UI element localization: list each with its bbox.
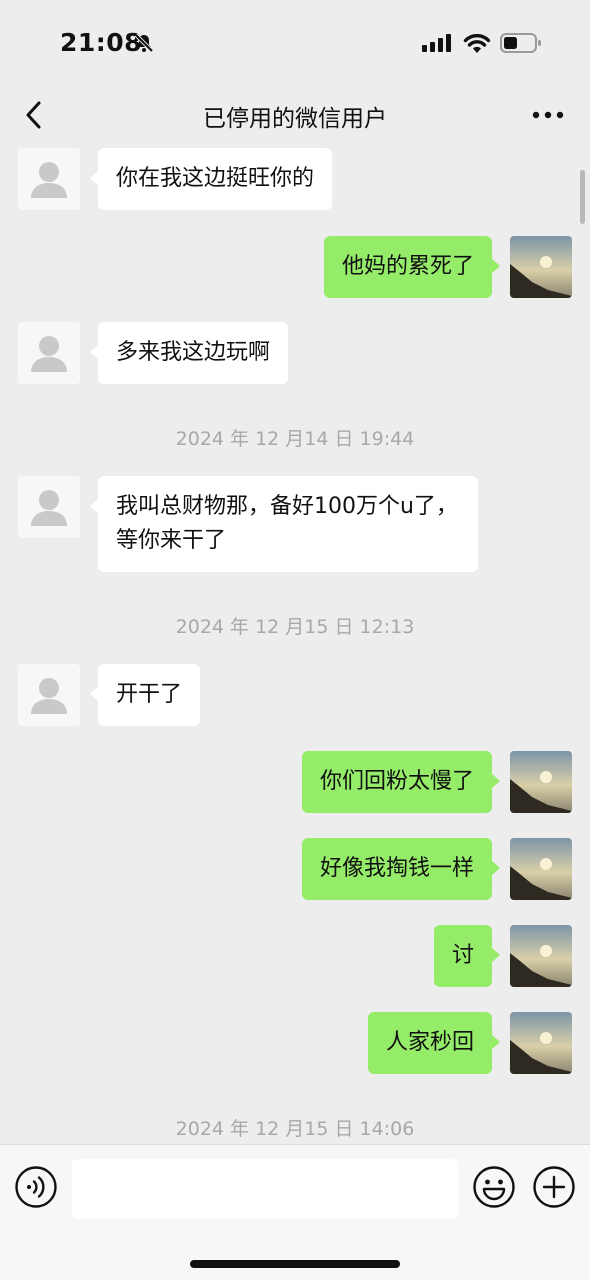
- chat-messages[interactable]: 你在我这边挺旺你的 他妈的累死了 多来我这边玩啊 2024 年 12 月14 日…: [0, 144, 590, 1144]
- chat-timestamp: 2024 年 12 月14 日 19:44: [175, 428, 415, 450]
- chat-timestamp: 2024 年 12 月15 日 14:06: [175, 1118, 415, 1140]
- default-avatar-icon: [31, 678, 67, 714]
- message-bubble-incoming[interactable]: 我叫总财物那，备好100万个u了，等你来干了: [90, 476, 478, 572]
- contact-avatar[interactable]: [18, 322, 80, 384]
- default-avatar-icon: [31, 336, 67, 372]
- emoji-icon[interactable]: [472, 1165, 516, 1209]
- voice-icon[interactable]: [14, 1165, 58, 1209]
- status-time: 21:08: [60, 28, 143, 57]
- contact-avatar[interactable]: [18, 476, 80, 538]
- message-input[interactable]: [72, 1159, 458, 1219]
- landscape-avatar-image: [510, 925, 572, 987]
- home-indicator[interactable]: [190, 1260, 400, 1268]
- battery-icon: [500, 33, 541, 53]
- bell-off-icon: [134, 33, 154, 53]
- my-avatar[interactable]: [510, 838, 572, 900]
- contact-avatar[interactable]: [18, 148, 80, 210]
- message-bubble-outgoing[interactable]: 好像我掏钱一样: [301, 838, 501, 900]
- status-bar: 21:08: [0, 0, 590, 86]
- message-bubble-incoming[interactable]: 你在我这边挺旺你的: [89, 148, 333, 210]
- landscape-avatar-image: [510, 236, 572, 298]
- my-avatar[interactable]: [510, 751, 572, 813]
- chat-timestamp: 2024 年 12 月15 日 12:13: [175, 616, 415, 638]
- default-avatar-icon: [31, 490, 67, 526]
- message-bubble-outgoing[interactable]: 讨: [433, 925, 501, 987]
- default-avatar-icon: [31, 162, 67, 198]
- message-bubble-incoming[interactable]: 多来我这边玩啊: [89, 322, 289, 384]
- plus-icon[interactable]: [532, 1165, 576, 1209]
- message-bubble-outgoing[interactable]: 人家秒回: [367, 1012, 501, 1074]
- scroll-indicator[interactable]: [580, 170, 585, 224]
- my-avatar[interactable]: [510, 925, 572, 987]
- landscape-avatar-image: [510, 838, 572, 900]
- signal-icon: [422, 34, 451, 52]
- chat-title: 已停用的微信用户: [203, 106, 387, 132]
- message-bubble-outgoing[interactable]: 你们回粉太慢了: [301, 751, 501, 813]
- landscape-avatar-image: [510, 1012, 572, 1074]
- message-bubble-incoming[interactable]: 开干了: [89, 664, 201, 726]
- my-avatar[interactable]: [510, 236, 572, 298]
- nav-bar: 已停用的微信用户: [0, 86, 590, 144]
- my-avatar[interactable]: [510, 1012, 572, 1074]
- landscape-avatar-image: [510, 751, 572, 813]
- message-bubble-outgoing[interactable]: 他妈的累死了: [323, 236, 501, 298]
- more-dots-icon[interactable]: [528, 100, 568, 130]
- contact-avatar[interactable]: [18, 664, 80, 726]
- wifi-icon: [463, 33, 491, 53]
